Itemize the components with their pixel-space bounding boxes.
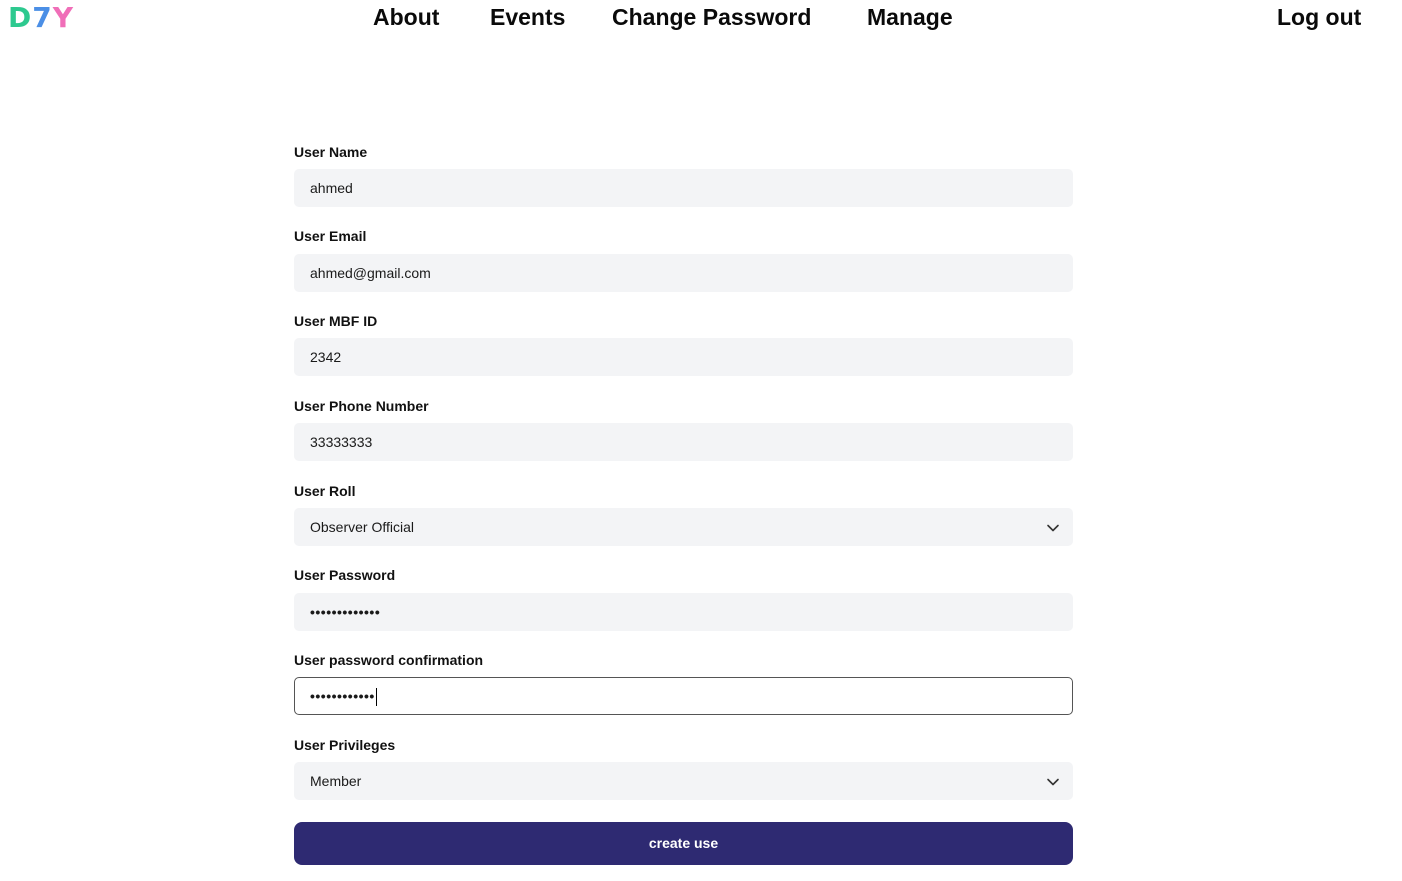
user-password-input[interactable]: ••••••••••••• [294,593,1073,631]
nav-about-link[interactable]: About [373,2,439,32]
nav-logout-link[interactable]: Log out [1277,2,1361,32]
user-phone-input[interactable]: 33333333 [294,423,1073,461]
user-phone-label: User Phone Number [294,398,429,414]
nav-events-link[interactable]: Events [490,2,565,32]
user-name-input[interactable]: ahmed [294,169,1073,207]
nav-change-password-link[interactable]: Change Password [612,2,811,32]
logo-letter-7: 7 [32,1,53,34]
user-email-label: User Email [294,228,367,244]
user-roll-selected-value: Observer Official [310,519,414,535]
nav-manage-link[interactable]: Manage [867,2,953,32]
user-privileges-select[interactable]: Member [294,762,1073,800]
logo[interactable]: D7Y [8,2,74,34]
user-password-confirmation-input[interactable]: •••••••••••• [294,677,1073,715]
top-navbar: D7Y About Events Change Password Manage … [0,0,1402,40]
user-privileges-label: User Privileges [294,737,396,753]
chevron-down-icon [1047,778,1059,786]
logo-letter-y: Y [52,1,75,34]
user-privileges-selected-value: Member [310,773,362,789]
text-caret [375,688,377,707]
user-mbf-id-input[interactable]: 2342 [294,338,1073,376]
create-user-button[interactable]: create use [294,822,1073,865]
user-email-input[interactable]: ahmed@gmail.com [294,254,1073,292]
logo-letter-d: D [8,1,33,34]
password-confirmation-value: •••••••••••• [310,688,375,704]
user-roll-select[interactable]: Observer Official [294,508,1073,546]
user-mbf-id-label: User MBF ID [294,313,378,329]
user-name-label: User Name [294,144,368,160]
user-roll-label: User Roll [294,483,356,499]
user-password-confirmation-label: User password confirmation [294,652,484,668]
user-password-label: User Password [294,567,396,583]
chevron-down-icon [1047,524,1059,532]
